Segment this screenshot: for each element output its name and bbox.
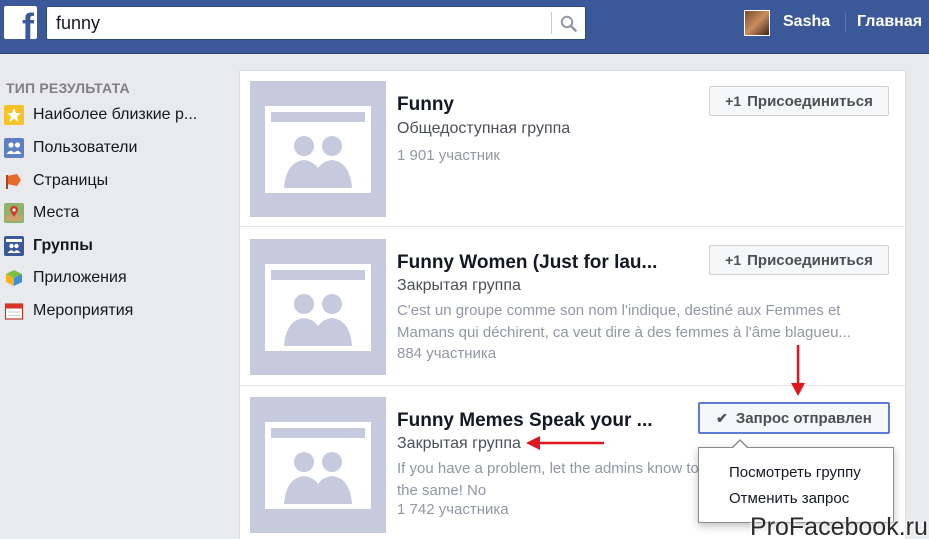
join-group-button[interactable]: +1 Присоединиться — [709, 245, 889, 275]
group-thumbnail[interactable] — [250, 397, 386, 533]
group-thumbnail[interactable] — [250, 81, 386, 217]
star-icon — [4, 105, 24, 125]
home-link[interactable]: Главная — [857, 13, 922, 31]
annotation-arrow-down — [791, 345, 805, 396]
group-description: C'est un groupe comme son nom l'indique,… — [397, 302, 851, 341]
calendar-icon — [4, 301, 24, 321]
group-placeholder-icon — [284, 294, 352, 346]
top-navigation-bar: f Sasha Главная — [0, 0, 929, 54]
sidebar-item-label: Страницы — [33, 172, 109, 189]
watermark: ProFacebook.ru — [750, 513, 928, 539]
result-type-heading: ТИП РЕЗУЛЬТАТА — [6, 80, 130, 96]
group-privacy: Закрытая группа — [397, 435, 521, 452]
menu-item-view-group[interactable]: Посмотреть группу — [729, 464, 861, 481]
search-button[interactable] — [553, 9, 583, 37]
sidebar-item-pages[interactable]: Страницы — [4, 170, 224, 192]
sidebar-item-top[interactable]: Наиболее близкие р... — [4, 104, 224, 126]
join-group-button[interactable]: +1 Присоединиться — [709, 86, 889, 116]
search-icon — [560, 15, 577, 32]
group-privacy: Закрытая группа — [397, 277, 521, 294]
sidebar-item-label: Группы — [33, 237, 93, 254]
group-member-count: 884 участника — [397, 345, 497, 362]
plus-one-icon: +1 — [725, 93, 742, 109]
group-member-count: 1 901 участник — [397, 147, 500, 164]
search-input[interactable] — [47, 7, 547, 39]
sidebar-item-label: Приложения — [33, 269, 127, 286]
sidebar-item-label: Наиболее близкие р... — [33, 106, 198, 123]
search-box — [46, 6, 586, 40]
map-pin-icon — [4, 203, 24, 223]
sidebar-item-apps[interactable]: Приложения — [4, 267, 224, 289]
flag-icon — [4, 171, 24, 191]
profile-link[interactable]: Sasha — [783, 13, 830, 31]
sidebar-item-groups[interactable]: Группы — [4, 235, 224, 257]
apps-cube-icon — [4, 268, 24, 288]
group-title[interactable]: Funny — [397, 94, 454, 116]
plus-one-icon: +1 — [725, 252, 742, 268]
search-divider — [551, 12, 552, 34]
groups-icon — [4, 236, 24, 256]
join-button-label: Присоединиться — [747, 251, 873, 269]
avatar[interactable] — [744, 10, 770, 36]
sidebar-item-label: Мероприятия — [33, 302, 134, 319]
join-button-label: Присоединиться — [747, 92, 873, 110]
menu-item-cancel-request[interactable]: Отменить запрос — [729, 490, 849, 507]
group-title[interactable]: Funny Memes Speak your ... — [397, 410, 653, 432]
request-sent-label: Запрос отправлен — [735, 409, 872, 427]
facebook-logo[interactable]: f — [4, 6, 37, 39]
sidebar-item-people[interactable]: Пользователи — [4, 137, 224, 159]
checkmark-icon: ✔ — [716, 409, 728, 426]
dropdown-caret-fill — [732, 441, 748, 449]
sidebar-item-events[interactable]: Мероприятия — [4, 300, 224, 322]
sidebar-item-label: Пользователи — [33, 139, 138, 156]
group-thumbnail[interactable] — [250, 239, 386, 375]
group-title[interactable]: Funny Women (Just for lau... — [397, 252, 657, 274]
sidebar-item-places[interactable]: Места — [4, 202, 224, 224]
request-dropdown-menu: Посмотреть группу Отменить запрос — [698, 447, 894, 523]
sidebar-item-label: Места — [33, 204, 80, 221]
group-placeholder-icon — [284, 136, 352, 188]
nav-divider — [845, 12, 846, 32]
group-placeholder-icon — [284, 452, 352, 504]
group-privacy: Общедоступная группа — [397, 120, 571, 137]
request-sent-button[interactable]: ✔ Запрос отправлен — [698, 402, 890, 434]
result-divider — [240, 226, 907, 227]
annotation-arrow-left — [526, 436, 604, 450]
group-member-count: 1 742 участника — [397, 501, 509, 518]
people-icon — [4, 138, 24, 158]
